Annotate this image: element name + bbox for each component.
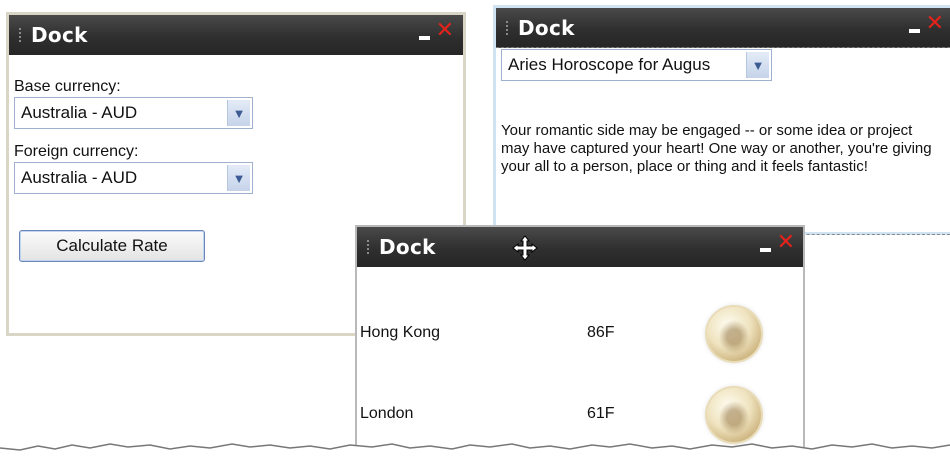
cloudy-moon-icon — [707, 388, 761, 442]
temperature: 61F — [587, 405, 615, 422]
weather-row: Hong Kong 86F — [357, 307, 803, 395]
currency-dock-body: Base currency: Australia - AUD ▼ Foreign… — [9, 55, 463, 194]
close-icon[interactable]: ✕ — [436, 20, 454, 42]
close-icon[interactable]: ✕ — [777, 232, 795, 254]
weather-dock-body: Hong Kong 86F London 61F — [357, 267, 803, 462]
minimize-icon[interactable] — [908, 28, 920, 33]
base-currency-label: Base currency: — [14, 78, 121, 95]
horoscope-select[interactable]: Aries Horoscope for Augus ▼ — [501, 49, 772, 81]
chevron-down-icon[interactable]: ▼ — [227, 165, 250, 191]
horoscope-dock-body: Aries Horoscope for Augus ▼ Your romanti… — [496, 48, 950, 235]
chevron-down-icon[interactable]: ▼ — [746, 52, 769, 78]
city-name: Hong Kong — [360, 324, 441, 341]
foreign-currency-label: Foreign currency: — [14, 143, 139, 160]
move-cursor-icon — [512, 235, 538, 261]
chevron-down-icon[interactable]: ▼ — [227, 100, 250, 126]
minimize-icon[interactable] — [418, 35, 430, 40]
drag-grip-icon[interactable] — [19, 28, 21, 42]
city-name: London — [360, 405, 414, 422]
base-currency-value: Australia - AUD — [21, 103, 138, 122]
horoscope-dock-titlebar[interactable]: Dock ✕ — [496, 8, 950, 48]
horoscope-dock-window: Dock ✕ Aries Horoscope for Augus ▼ Your … — [493, 5, 950, 235]
calculate-rate-button[interactable]: Calculate Rate — [19, 230, 205, 262]
foreign-currency-value: Australia - AUD — [21, 168, 138, 187]
drag-grip-icon[interactable] — [506, 20, 508, 35]
drag-grip-icon[interactable] — [367, 240, 369, 254]
base-currency-select[interactable]: Australia - AUD ▼ — [14, 97, 253, 129]
weather-dock-window: Dock ✕ Hong Kong 86F London 61F — [355, 225, 805, 462]
temperature: 86F — [587, 324, 615, 341]
close-icon[interactable]: ✕ — [926, 13, 944, 35]
weather-dock-titlebar[interactable]: Dock ✕ — [357, 227, 803, 267]
horoscope-dock-title: Dock — [518, 15, 575, 40]
currency-dock-title: Dock — [31, 23, 88, 47]
horoscope-select-value: Aries Horoscope for Augus — [508, 55, 711, 74]
foreign-currency-select[interactable]: Australia - AUD ▼ — [14, 162, 253, 194]
minimize-icon[interactable] — [759, 247, 771, 252]
currency-dock-titlebar[interactable]: Dock ✕ — [9, 15, 463, 55]
weather-dock-title: Dock — [379, 235, 436, 259]
cloudy-moon-icon — [707, 307, 761, 361]
torn-edge-decoration — [0, 443, 950, 462]
horoscope-text: Your romantic side may be engaged -- or … — [501, 122, 932, 175]
